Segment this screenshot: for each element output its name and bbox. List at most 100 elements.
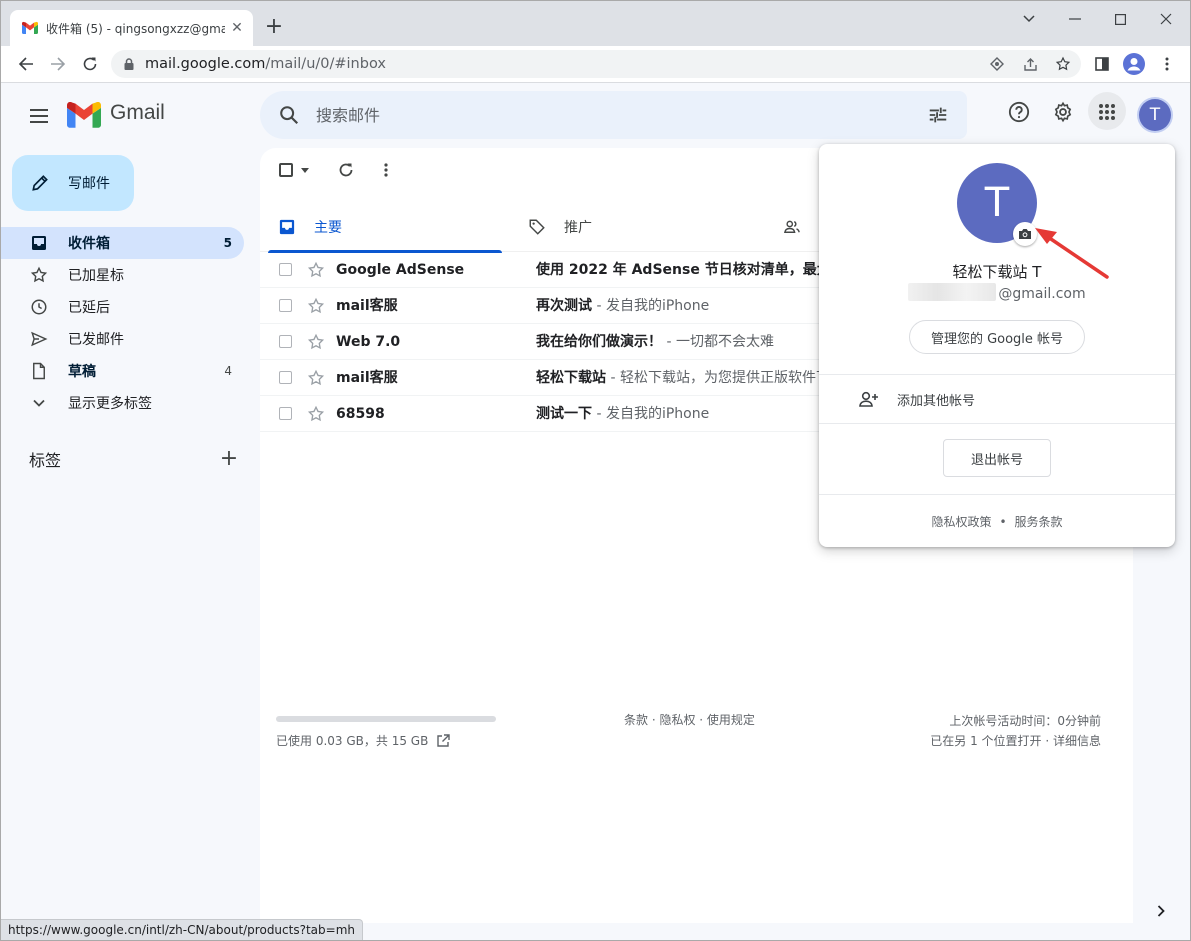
- reload-icon[interactable]: [79, 53, 101, 75]
- sidebar-item-label: 显示更多标签: [68, 396, 152, 412]
- activity-details-link[interactable]: 已在另 1 个位置打开 · 详细信息: [930, 731, 1101, 751]
- policy-links[interactable]: 条款 · 隐私权 · 使用规定: [624, 711, 755, 728]
- gmail-logo[interactable]: [67, 102, 101, 128]
- select-all-checkbox[interactable]: [279, 160, 309, 180]
- sidebar-item-label: 已加星标: [68, 268, 124, 284]
- last-activity-text: 上次帐号活动时间：0分钟前: [949, 714, 1101, 728]
- tab-close-icon[interactable]: ✕: [229, 20, 245, 36]
- sidepanel-icon[interactable]: [1091, 53, 1113, 75]
- bookmark-star-icon[interactable]: [1054, 55, 1072, 73]
- unread-count: 5: [223, 236, 232, 250]
- sign-out-button[interactable]: 退出帐号: [943, 439, 1051, 477]
- profile-icon[interactable]: [1123, 53, 1145, 75]
- help-icon[interactable]: [1007, 100, 1031, 124]
- draft-icon: [29, 361, 49, 381]
- star-icon[interactable]: [307, 333, 325, 351]
- sidebar-item-label: 草稿: [68, 364, 96, 380]
- browser-tab[interactable]: 收件箱 (5) - qingsongxzz@gma ✕: [10, 10, 253, 46]
- account-avatar-button[interactable]: T: [1137, 97, 1173, 133]
- search-icon[interactable]: [278, 104, 300, 126]
- row-checkbox[interactable]: [279, 263, 292, 276]
- minimize-icon[interactable]: [1060, 9, 1090, 29]
- email-domain: @gmail.com: [998, 286, 1086, 302]
- avatar-letter: T: [1139, 99, 1171, 131]
- tab-search-icon[interactable]: [1014, 9, 1044, 29]
- add-label-icon[interactable]: +: [219, 448, 239, 470]
- tab-label: 主要: [314, 220, 342, 236]
- send-icon: [29, 329, 49, 349]
- email-sender: 68598: [336, 406, 385, 422]
- share-icon[interactable]: [1021, 55, 1039, 73]
- extension-icon[interactable]: [988, 55, 1006, 73]
- open-external-icon[interactable]: [436, 733, 451, 748]
- side-panel-toggle-icon[interactable]: [1151, 901, 1171, 921]
- browser-menu-icon[interactable]: [1156, 53, 1178, 75]
- gmail-favicon-icon: [22, 21, 38, 34]
- checkbox[interactable]: [279, 163, 293, 177]
- tab-strip: 收件箱 (5) - qingsongxzz@gma ✕ +: [1, 1, 1190, 46]
- sidebar-item-snoozed[interactable]: 已延后: [1, 291, 244, 323]
- more-options-icon[interactable]: [384, 160, 388, 180]
- maximize-icon[interactable]: [1105, 9, 1135, 29]
- main-menu-icon[interactable]: [27, 104, 51, 128]
- tab-promotions[interactable]: 推广: [510, 202, 760, 252]
- account-email: @gmail.com: [819, 283, 1175, 302]
- email-subject: 测试一下: [536, 406, 592, 422]
- star-icon[interactable]: [307, 297, 325, 315]
- manage-account-button[interactable]: 管理您的 Google 帐号: [909, 320, 1085, 354]
- popup-footer: 隐私权政策 • 服务条款: [819, 513, 1175, 530]
- status-bar-url: https://www.google.cn/intl/zh-CN/about/p…: [1, 919, 363, 940]
- search-options-icon[interactable]: [927, 104, 949, 126]
- new-tab-icon[interactable]: +: [263, 16, 285, 38]
- add-account-button[interactable]: 添加其他帐号: [819, 375, 1175, 423]
- google-apps-icon[interactable]: [1095, 100, 1119, 124]
- caret-down-icon[interactable]: [301, 167, 309, 173]
- row-checkbox[interactable]: [279, 371, 292, 384]
- star-icon[interactable]: [307, 261, 325, 279]
- email-sender: mail客服: [336, 370, 398, 386]
- row-checkbox[interactable]: [279, 335, 292, 348]
- sidebar-item-sent[interactable]: 已发邮件: [1, 323, 244, 355]
- email-subject-line: 测试一下 - 发自我的iPhone: [536, 396, 821, 432]
- compose-label: 写邮件: [68, 176, 110, 192]
- email-subject: 再次测试: [536, 298, 592, 314]
- sidebar-item-inbox[interactable]: 收件箱 5: [1, 227, 244, 259]
- search-bar[interactable]: [260, 91, 967, 139]
- back-icon[interactable]: [15, 53, 37, 75]
- sidebar-item-label: 已延后: [68, 300, 110, 316]
- email-sender: Web 7.0: [336, 334, 401, 350]
- email-sender: Google AdSense: [336, 262, 465, 278]
- address-bar[interactable]: mail.google.com/mail/u/0/#inbox: [111, 50, 1081, 78]
- email-sender: mail客服: [336, 298, 398, 314]
- sidebar-item-more[interactable]: 显示更多标签: [1, 387, 244, 419]
- row-checkbox[interactable]: [279, 407, 292, 420]
- browser-toolbar: mail.google.com/mail/u/0/#inbox: [1, 46, 1190, 83]
- forward-icon[interactable]: [47, 53, 69, 75]
- redacted-username: [908, 283, 997, 301]
- annotation-arrow: [1035, 228, 1109, 279]
- terms-link[interactable]: 服务条款: [1015, 515, 1063, 529]
- star-icon[interactable]: [307, 405, 325, 423]
- url-path: /mail/u/0/#inbox: [265, 56, 386, 72]
- sidebar-item-label: 收件箱: [68, 236, 110, 252]
- settings-gear-icon[interactable]: [1051, 100, 1075, 124]
- star-icon: [29, 265, 49, 285]
- star-icon[interactable]: [307, 369, 325, 387]
- close-window-icon[interactable]: [1151, 9, 1181, 29]
- row-checkbox[interactable]: [279, 299, 292, 312]
- sidebar-item-drafts[interactable]: 草稿 4: [1, 355, 244, 387]
- email-snippet: - 发自我的iPhone: [592, 406, 710, 422]
- url-host: mail.google.com: [145, 56, 266, 72]
- browser-window: 收件箱 (5) - qingsongxzz@gma ✕ + mail.googl…: [0, 0, 1191, 941]
- tab-primary[interactable]: 主要: [260, 202, 510, 253]
- tab-title: 收件箱 (5) - qingsongxzz@gma: [46, 21, 225, 36]
- refresh-icon[interactable]: [338, 160, 354, 180]
- gmail-wordmark: Gmail: [110, 101, 165, 124]
- sidebar-item-starred[interactable]: 已加星标: [1, 259, 244, 291]
- search-input[interactable]: [316, 103, 896, 127]
- email-subject: 使用 2022 年 AdSense 节日核对清单，最大程: [536, 262, 821, 278]
- compose-button[interactable]: 写邮件: [12, 155, 134, 211]
- add-person-icon: [859, 391, 878, 407]
- privacy-policy-link[interactable]: 隐私权政策: [931, 515, 991, 529]
- lock-icon: [124, 58, 134, 70]
